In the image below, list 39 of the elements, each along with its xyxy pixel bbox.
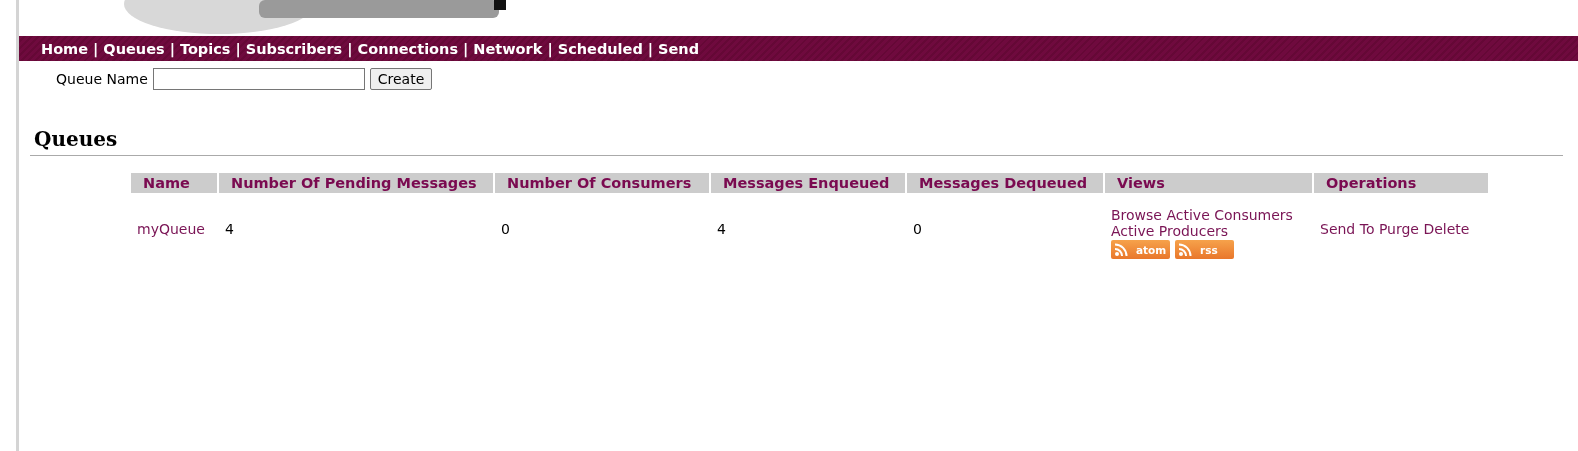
- table-cell: 0: [913, 221, 922, 237]
- column-header: Number Of Pending Messages: [219, 173, 493, 193]
- operation-link[interactable]: Delete: [1423, 221, 1470, 237]
- nav-separator: |: [647, 40, 654, 57]
- nav-separator: |: [235, 40, 241, 57]
- table-cell: 4: [225, 221, 234, 237]
- table-cell: 4: [717, 221, 726, 237]
- nav-link[interactable]: Network: [473, 40, 543, 57]
- nav-link[interactable]: Subscribers: [245, 40, 343, 57]
- nav-link[interactable]: Queues: [103, 40, 165, 57]
- column-header: Name: [131, 173, 217, 193]
- nav-link[interactable]: Scheduled: [557, 40, 643, 57]
- nav-separator: |: [169, 40, 175, 57]
- view-link[interactable]: Browse: [1111, 207, 1162, 223]
- column-header: Views: [1105, 173, 1312, 193]
- column-header: Messages Enqueued: [711, 173, 905, 193]
- column-header: Number Of Consumers: [495, 173, 709, 193]
- nav-link[interactable]: Send: [658, 40, 700, 57]
- column-header: Messages Dequeued: [907, 173, 1103, 193]
- section-heading: Queues: [34, 127, 119, 151]
- operation-link[interactable]: Purge: [1378, 221, 1419, 237]
- rss-icon: [1178, 242, 1192, 257]
- queue-name-field[interactable]: [152, 68, 365, 90]
- nav-link[interactable]: Connections: [357, 40, 459, 57]
- field-label: Queue Name: [56, 71, 148, 87]
- nav-link[interactable]: Home: [41, 40, 89, 57]
- nav-separator: |: [463, 40, 469, 57]
- queue-link[interactable]: myQueue: [137, 221, 205, 237]
- table-cell: 0: [501, 221, 510, 237]
- view-link[interactable]: Active Consumers: [1166, 207, 1293, 223]
- column-header: Operations: [1314, 173, 1488, 193]
- nav-separator: |: [93, 40, 99, 57]
- rss-icon: [1114, 242, 1128, 257]
- create-button[interactable]: Create: [369, 68, 433, 90]
- nav-separator: |: [347, 40, 353, 57]
- nav-link[interactable]: Topics: [179, 40, 231, 57]
- nav-separator: |: [547, 40, 553, 57]
- operation-link[interactable]: Send To: [1320, 221, 1375, 237]
- view-link[interactable]: Active Producers: [1111, 223, 1229, 239]
